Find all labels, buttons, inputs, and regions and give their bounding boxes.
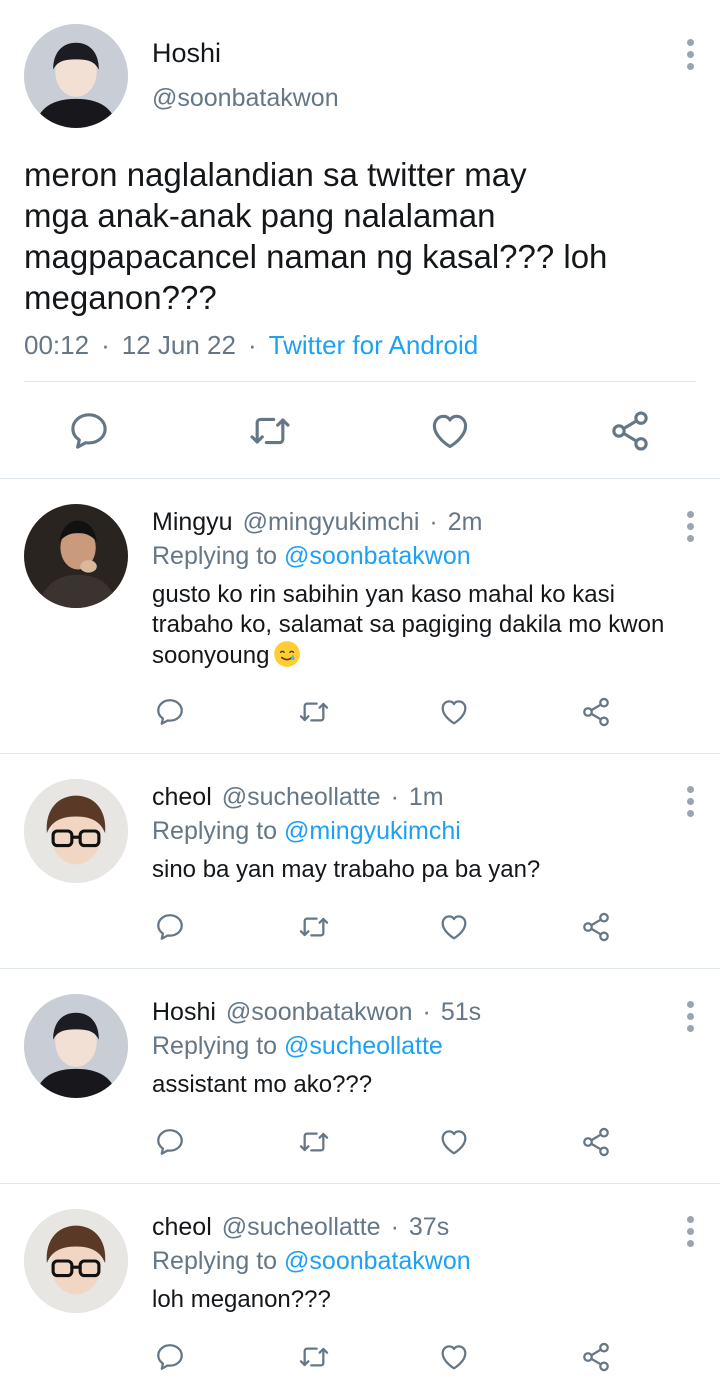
author-handle[interactable]: @soonbatakwon [152, 84, 339, 113]
reply-text: sino ba yan may trabaho pa ba yan? [152, 856, 541, 883]
reply-icon[interactable] [154, 911, 186, 943]
reply-text-content: gusto ko rin sabihin yan kaso mahal ko k… [152, 581, 665, 669]
reply-icon[interactable] [154, 1341, 186, 1373]
reply-icon[interactable] [67, 409, 111, 453]
replying-prefix: Replying to [152, 542, 278, 570]
reply-tweet[interactable]: cheol @sucheollatte · 1m Replying to @mingy… [0, 755, 720, 967]
divider [0, 1183, 720, 1184]
avatar-image [24, 779, 128, 883]
reply-icon[interactable] [154, 1126, 186, 1158]
tweet-time: 00:12 [24, 330, 90, 360]
retweet-icon[interactable] [248, 409, 292, 453]
reply-time: 51s [440, 998, 482, 1026]
more-vertical-icon[interactable] [678, 1211, 702, 1251]
smiling-face-with-tear-icon [273, 640, 301, 668]
retweet-icon[interactable] [298, 1341, 330, 1373]
reply-tweet[interactable]: Mingyu @mingyukimchi · 2m Replying to @soon… [0, 480, 720, 752]
avatar[interactable] [24, 24, 128, 128]
author-name[interactable]: cheol [152, 783, 212, 811]
author-handle[interactable]: @sucheollatte [222, 1213, 381, 1241]
replying-to: Replying to @soonbatakwon [152, 1247, 471, 1276]
meta-separator: · [429, 508, 438, 536]
retweet-icon[interactable] [298, 1126, 330, 1158]
replying-prefix: Replying to [152, 1032, 278, 1060]
heart-icon[interactable] [438, 1341, 470, 1373]
reply-time: 1m [408, 783, 444, 811]
avatar[interactable] [24, 504, 128, 608]
reply-tweet[interactable]: cheol @sucheollatte · 37s Replying to @soon… [0, 1185, 720, 1400]
divider [0, 478, 720, 479]
heart-icon[interactable] [428, 409, 472, 453]
meta-separator: · [390, 1213, 399, 1241]
reply-text: assistant mo ako??? [152, 1071, 373, 1098]
author-handle[interactable]: @soonbatakwon [226, 998, 413, 1026]
replying-to: Replying to @soonbatakwon [152, 542, 471, 571]
share-icon[interactable] [580, 1341, 612, 1373]
tweet-meta: 00:12 · 12 Jun 22 · Twitter for Android [24, 330, 478, 361]
retweet-icon[interactable] [298, 911, 330, 943]
heart-icon[interactable] [438, 911, 470, 943]
replying-to: Replying to @mingyukimchi [152, 817, 461, 846]
reply-header: Mingyu @mingyukimchi · 2m [152, 508, 482, 537]
avatar-image [24, 504, 128, 608]
replying-prefix: Replying to [152, 1247, 278, 1275]
meta-separator: · [247, 330, 257, 360]
replying-to-link[interactable]: @soonbatakwon [284, 542, 471, 570]
replying-to: Replying to @sucheollatte [152, 1032, 443, 1061]
avatar[interactable] [24, 994, 128, 1098]
reply-header: cheol @sucheollatte · 1m [152, 783, 444, 812]
avatar-image [24, 24, 128, 128]
main-tweet: Hoshi @soonbatakwon meron naglalandian s… [0, 0, 720, 478]
reply-time: 2m [447, 508, 483, 536]
replying-to-link[interactable]: @sucheollatte [284, 1032, 443, 1060]
more-vertical-icon[interactable] [678, 781, 702, 821]
author-handle[interactable]: @mingyukimchi [243, 508, 420, 536]
avatar[interactable] [24, 1209, 128, 1313]
reply-header: Hoshi @soonbatakwon · 51s [152, 998, 481, 1027]
reply-text: loh meganon??? [152, 1286, 331, 1313]
author-name[interactable]: Mingyu [152, 508, 233, 536]
share-icon[interactable] [580, 696, 612, 728]
more-vertical-icon[interactable] [678, 34, 702, 74]
share-icon[interactable] [608, 409, 652, 453]
reply-tweet[interactable]: Hoshi @soonbatakwon · 51s Replying to @such… [0, 970, 720, 1182]
avatar-image [24, 1209, 128, 1313]
replying-to-link[interactable]: @soonbatakwon [284, 1247, 471, 1275]
share-icon[interactable] [580, 1126, 612, 1158]
tweet-source-link[interactable]: Twitter for Android [269, 330, 479, 360]
more-vertical-icon[interactable] [678, 506, 702, 546]
tweet-text: meron naglalandian sa twitter may mga an… [24, 156, 608, 316]
divider [0, 753, 720, 754]
heart-icon[interactable] [438, 1126, 470, 1158]
tweet-date: 12 Jun 22 [121, 330, 236, 360]
meta-separator: · [101, 330, 110, 360]
reply-time: 37s [408, 1213, 450, 1241]
meta-separator: · [422, 998, 431, 1026]
divider [24, 381, 696, 382]
reply-text: gusto ko rin sabihin yan kaso mahal ko k… [152, 580, 692, 671]
replying-to-link[interactable]: @mingyukimchi [284, 817, 461, 845]
meta-separator: · [390, 783, 399, 811]
reply-header: cheol @sucheollatte · 37s [152, 1213, 449, 1242]
share-icon[interactable] [580, 911, 612, 943]
author-handle[interactable]: @sucheollatte [222, 783, 381, 811]
divider [0, 968, 720, 969]
author-name[interactable]: cheol [152, 1213, 212, 1241]
reply-icon[interactable] [154, 696, 186, 728]
author-name[interactable]: Hoshi [152, 998, 216, 1026]
heart-icon[interactable] [438, 696, 470, 728]
avatar[interactable] [24, 779, 128, 883]
retweet-icon[interactable] [298, 696, 330, 728]
replying-prefix: Replying to [152, 817, 278, 845]
avatar-image [24, 994, 128, 1098]
author-name[interactable]: Hoshi [152, 38, 221, 69]
more-vertical-icon[interactable] [678, 996, 702, 1036]
